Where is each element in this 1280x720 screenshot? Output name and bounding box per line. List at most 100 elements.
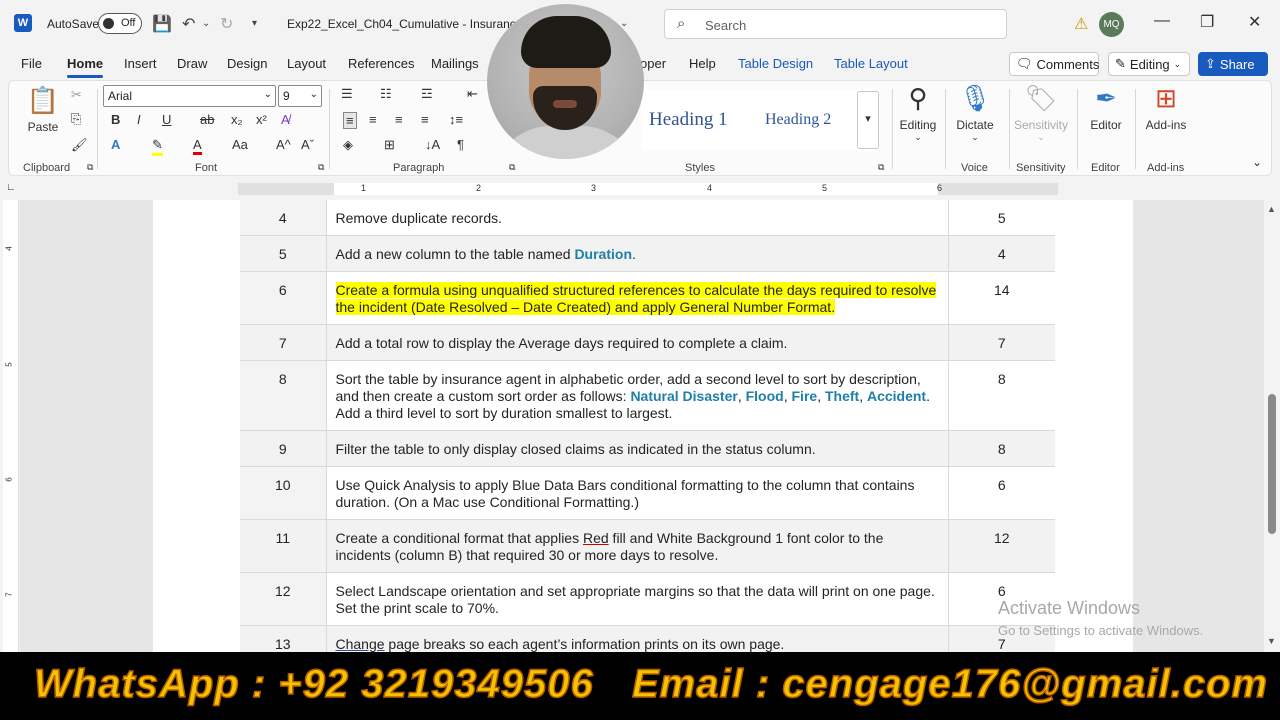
multilevel-list-icon[interactable]: ☲: [421, 86, 433, 102]
warning-icon[interactable]: ⚠: [1074, 14, 1088, 34]
justify-icon[interactable]: ≡: [421, 112, 429, 127]
avatar[interactable]: MQ: [1099, 12, 1124, 37]
clear-formatting-icon[interactable]: A̸: [281, 112, 290, 127]
points-cell[interactable]: 4: [948, 235, 1055, 272]
points-cell[interactable]: 14: [948, 271, 1055, 325]
highlight-icon[interactable]: ✎: [152, 137, 163, 156]
step-number-cell[interactable]: 7: [240, 324, 327, 361]
line-spacing-icon[interactable]: ↕≡: [449, 112, 463, 127]
tab-design[interactable]: Design: [227, 56, 267, 71]
tab-table-design[interactable]: Table Design: [738, 56, 813, 71]
style-heading-1[interactable]: Heading 1: [649, 109, 728, 131]
bullets-icon[interactable]: ☰: [341, 86, 353, 102]
points-cell[interactable]: 8: [948, 360, 1055, 431]
italic-icon[interactable]: I: [137, 112, 141, 127]
customize-qat-icon[interactable]: ▾: [252, 18, 257, 29]
table-row[interactable]: 6 Create a formula using unqualified stru…: [240, 271, 1055, 325]
tab-mailings[interactable]: Mailings: [431, 56, 479, 71]
style-heading-2[interactable]: Heading 2: [765, 111, 831, 129]
superscript-icon[interactable]: x²: [256, 112, 267, 127]
horizontal-ruler[interactable]: ∟ 1 2 3 4 5 6: [0, 180, 1264, 198]
decrease-indent-icon[interactable]: ⇤: [467, 86, 478, 102]
table-row[interactable]: 13 Change page breaks so each agent’s inf…: [240, 625, 1055, 652]
numbering-icon[interactable]: ☷: [380, 86, 392, 102]
font-size-combo[interactable]: 9 ⌄: [278, 85, 322, 107]
underline-icon[interactable]: U: [162, 112, 171, 127]
restore-icon[interactable]: ❐: [1200, 12, 1214, 32]
borders-icon[interactable]: ⊞: [384, 137, 395, 153]
instruction-cell[interactable]: Filter the table to only display closed …: [326, 430, 949, 467]
align-right-icon[interactable]: ≡: [395, 112, 403, 127]
align-center-icon[interactable]: ≡: [369, 112, 377, 127]
sort-icon[interactable]: ↓A: [425, 137, 440, 152]
step-number-cell[interactable]: 13: [240, 625, 327, 652]
editing-button[interactable]: ⚲ Editing ⌄: [897, 83, 939, 143]
shading-icon[interactable]: ◈: [343, 137, 353, 153]
paragraph-launcher-icon[interactable]: ⧉: [509, 162, 515, 173]
grow-font-icon[interactable]: A^: [276, 137, 291, 152]
step-number-cell[interactable]: 10: [240, 466, 327, 520]
tab-home[interactable]: Home: [67, 56, 104, 78]
table-row[interactable]: 9 Filter the table to only display closed…: [240, 430, 1055, 467]
step-number-cell[interactable]: 4: [240, 200, 327, 236]
paste-button[interactable]: 📋 Paste: [23, 85, 63, 134]
table-row[interactable]: 7 Add a total row to display the Average …: [240, 324, 1055, 361]
sensitivity-button[interactable]: 🏷 Sensitivity ⌄: [1013, 83, 1069, 143]
instruction-cell[interactable]: Create a formula using unqualified struc…: [326, 271, 949, 325]
comments-button[interactable]: 🗨 Comments: [1009, 52, 1099, 76]
step-number-cell[interactable]: 12: [240, 572, 327, 626]
format-painter-icon[interactable]: 🖌: [71, 137, 88, 153]
document-title[interactable]: Exp22_Excel_Ch04_Cumulative - Insurance …: [287, 17, 534, 31]
table-row[interactable]: 12 Select Landscape orientation and set a…: [240, 572, 1055, 626]
tab-file[interactable]: File: [21, 56, 42, 71]
points-cell[interactable]: 5: [948, 200, 1055, 236]
show-marks-icon[interactable]: ¶: [457, 137, 464, 152]
vertical-scrollbar[interactable]: ▲ ▼: [1264, 200, 1280, 652]
undo-dropdown-icon[interactable]: ⌄: [202, 18, 210, 29]
instruction-cell[interactable]: Change page breaks so each agent’s infor…: [326, 625, 949, 652]
steps-table[interactable]: 4 Remove duplicate records. 5 5 Add a new co…: [240, 200, 1055, 652]
document-page[interactable]: 4 Remove duplicate records. 5 5 Add a new co…: [153, 200, 1133, 652]
strikethrough-icon[interactable]: ab: [200, 112, 214, 127]
tab-table-layout[interactable]: Table Layout: [834, 56, 908, 71]
table-row[interactable]: 10 Use Quick Analysis to apply Blue Data …: [240, 466, 1055, 520]
autosave-toggle[interactable]: Off: [98, 13, 142, 34]
bold-icon[interactable]: B: [111, 112, 120, 127]
tab-help[interactable]: Help: [689, 56, 716, 71]
instruction-cell[interactable]: Remove duplicate records.: [326, 200, 949, 236]
table-row[interactable]: 11 Create a conditional format that appli…: [240, 519, 1055, 573]
share-button[interactable]: ⇪ Share: [1198, 52, 1268, 76]
font-launcher-icon[interactable]: ⧉: [318, 162, 324, 173]
close-icon[interactable]: ✕: [1248, 12, 1261, 32]
points-cell[interactable]: 12: [948, 519, 1055, 573]
minimize-icon[interactable]: —: [1154, 12, 1170, 30]
tab-layout[interactable]: Layout: [287, 56, 326, 71]
instruction-cell[interactable]: Add a new column to the table named Dura…: [326, 235, 949, 272]
search-box[interactable]: ⌕ Search: [664, 9, 1007, 39]
align-left-icon[interactable]: ≡: [343, 112, 357, 129]
editing-mode-button[interactable]: ✎ Editing ⌄: [1108, 52, 1190, 76]
redo-icon[interactable]: ↻: [220, 14, 233, 34]
step-number-cell[interactable]: 6: [240, 271, 327, 325]
table-row[interactable]: 5 Add a new column to the table named Dur…: [240, 235, 1055, 272]
points-cell[interactable]: 8: [948, 430, 1055, 467]
instruction-cell[interactable]: Add a total row to display the Average d…: [326, 324, 949, 361]
step-number-cell[interactable]: 8: [240, 360, 327, 431]
save-icon[interactable]: 💾: [152, 14, 172, 34]
scrollbar-thumb[interactable]: [1268, 394, 1276, 534]
scroll-down-icon[interactable]: ▼: [1267, 636, 1276, 646]
tab-developer[interactable]: oper: [640, 56, 666, 71]
instruction-cell[interactable]: Create a conditional format that applies…: [326, 519, 949, 573]
subscript-icon[interactable]: x₂: [231, 112, 243, 127]
instruction-cell[interactable]: Select Landscape orientation and set app…: [326, 572, 949, 626]
instruction-cell[interactable]: Use Quick Analysis to apply Blue Data Ba…: [326, 466, 949, 520]
step-number-cell[interactable]: 11: [240, 519, 327, 573]
shrink-font-icon[interactable]: Aˇ: [301, 137, 314, 152]
points-cell[interactable]: 6: [948, 466, 1055, 520]
styles-launcher-icon[interactable]: ⧉: [878, 162, 884, 173]
add-ins-button[interactable]: ⊞ Add-ins: [1143, 83, 1189, 132]
tab-selector-icon[interactable]: ∟: [6, 182, 16, 193]
clipboard-launcher-icon[interactable]: ⧉: [87, 162, 93, 173]
tab-draw[interactable]: Draw: [177, 56, 207, 71]
table-row[interactable]: 8 Sort the table by insurance agent in al…: [240, 360, 1055, 431]
